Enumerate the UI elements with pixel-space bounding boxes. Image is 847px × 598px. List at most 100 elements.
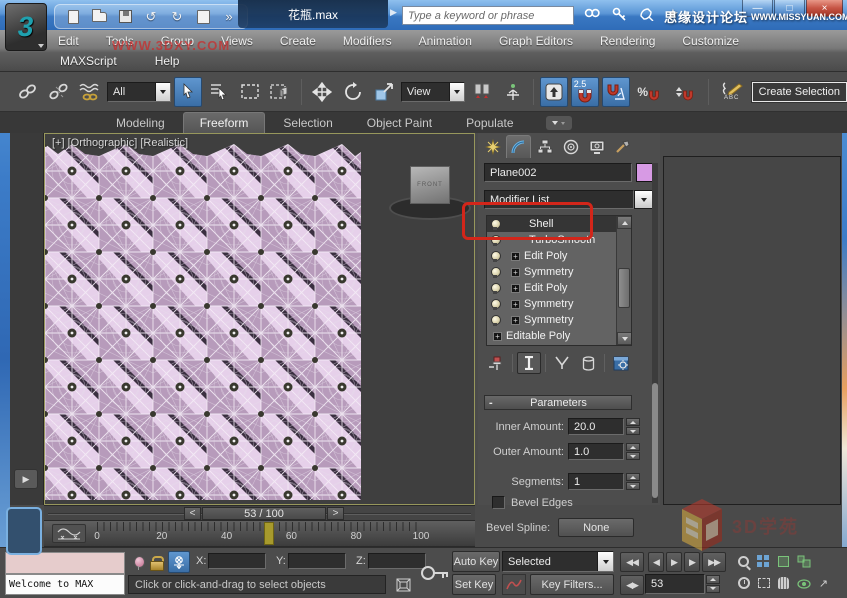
- go-to-end-button[interactable]: ▶▶: [702, 552, 726, 572]
- current-frame-field[interactable]: [645, 574, 705, 594]
- modifier-row-edit-poly-2[interactable]: + Edit Poly: [487, 280, 631, 296]
- command-panel-scrollbar[interactable]: [652, 163, 658, 503]
- menu-create[interactable]: Create: [280, 34, 316, 48]
- next-frame-playback-button[interactable]: ▶: [684, 552, 700, 572]
- remove-modifier-button[interactable]: [576, 352, 600, 374]
- zoom-all-icon[interactable]: [754, 551, 773, 571]
- save-file-button[interactable]: [115, 7, 135, 26]
- search-icon[interactable]: [582, 4, 602, 24]
- object-name-field[interactable]: [484, 163, 632, 182]
- tab-freeform[interactable]: Freeform: [183, 112, 266, 133]
- make-unique-button[interactable]: [550, 352, 574, 374]
- tab-populate[interactable]: Populate: [450, 113, 529, 133]
- segments-field[interactable]: [568, 473, 624, 490]
- snaps-toggle-button[interactable]: 2.5: [571, 77, 599, 107]
- scroll-up-button[interactable]: [617, 216, 632, 229]
- pin-stack-button[interactable]: [484, 352, 508, 374]
- menu-animation[interactable]: Animation: [419, 34, 472, 48]
- menu-graph-editors[interactable]: Graph Editors: [499, 34, 573, 48]
- z-coordinate-field[interactable]: [368, 553, 426, 569]
- bevel-spline-none-button[interactable]: None: [558, 518, 634, 537]
- expand-modifier-icon[interactable]: +: [511, 316, 520, 325]
- title-flyout-icon[interactable]: ▶: [390, 7, 397, 18]
- viewcube-front-face[interactable]: FRONT: [417, 182, 443, 188]
- application-menu-button[interactable]: 3: [5, 3, 47, 51]
- select-and-move-button[interactable]: [308, 77, 336, 107]
- expand-panel-button[interactable]: ▶: [14, 469, 38, 489]
- previous-frame-button[interactable]: <: [184, 507, 201, 520]
- select-and-manipulate-button[interactable]: [499, 77, 527, 107]
- configure-modifier-sets-button[interactable]: [609, 352, 633, 374]
- default-in-out-tangents-button[interactable]: [502, 574, 526, 595]
- orbit-icon[interactable]: [794, 573, 813, 593]
- go-to-start-button[interactable]: ◀◀: [620, 552, 644, 572]
- previous-frame-playback-button[interactable]: ◀: [648, 552, 664, 572]
- selection-lock-icon[interactable]: [146, 552, 166, 572]
- outer-amount-field[interactable]: [568, 443, 624, 460]
- key-mode-toggle-button[interactable]: ◀▶: [620, 575, 644, 595]
- x-coordinate-field[interactable]: [208, 553, 266, 569]
- toolbar-overflow-button[interactable]: »: [219, 7, 239, 26]
- select-by-name-button[interactable]: [205, 77, 233, 107]
- viewport-layout-tab[interactable]: [6, 507, 42, 555]
- menu-maxscript[interactable]: MAXScript: [60, 54, 117, 68]
- viewport[interactable]: [+] [Orthographic] [Realistic]: [44, 133, 475, 505]
- key-filters-button[interactable]: Key Filters...: [530, 574, 614, 595]
- modifier-enable-bulb-icon[interactable]: [491, 315, 499, 325]
- modifier-enable-bulb-icon[interactable]: [491, 267, 499, 277]
- new-scene-button[interactable]: [63, 7, 83, 26]
- show-end-result-button[interactable]: [517, 352, 541, 374]
- viewcube-cube[interactable]: FRONT: [410, 166, 450, 204]
- segments-input[interactable]: [574, 476, 623, 488]
- communication-center-icon[interactable]: [636, 4, 656, 24]
- key-icon[interactable]: [609, 4, 629, 24]
- modifier-enable-bulb-icon[interactable]: [491, 251, 499, 261]
- object-name-input[interactable]: [490, 167, 631, 179]
- use-pivot-point-center-button[interactable]: [468, 77, 496, 107]
- project-folder-button[interactable]: [193, 7, 213, 26]
- reference-coordinate-dropdown[interactable]: View: [401, 82, 465, 102]
- set-key-button[interactable]: Set Key: [452, 574, 496, 595]
- next-frame-button[interactable]: >: [327, 507, 344, 520]
- zoom-extents-icon[interactable]: [774, 551, 793, 571]
- scroll-thumb[interactable]: [618, 268, 630, 308]
- parameters-rollout-header[interactable]: - Parameters: [484, 395, 632, 410]
- bind-to-space-warp-button[interactable]: [76, 77, 104, 107]
- track-bar[interactable]: 0 20 40 60 80 100: [44, 521, 475, 547]
- play-button[interactable]: ▶: [666, 552, 682, 572]
- menu-modifiers[interactable]: Modifiers: [343, 34, 392, 48]
- menu-customize[interactable]: Customize: [682, 34, 739, 48]
- modifier-row-edit-poly-1[interactable]: + Edit Poly: [487, 248, 631, 264]
- absolute-mode-toggle[interactable]: [168, 551, 190, 573]
- menu-edit[interactable]: Edit: [58, 34, 79, 48]
- select-and-rotate-button[interactable]: [339, 77, 367, 107]
- select-and-scale-button[interactable]: [370, 77, 398, 107]
- modifier-row-symmetry-2[interactable]: + Symmetry: [487, 296, 631, 312]
- maximize-viewport-toggle-icon[interactable]: ↗: [814, 573, 833, 593]
- modifier-stack-scrollbar[interactable]: [616, 216, 631, 345]
- viewport-label[interactable]: [+] [Orthographic] [Realistic]: [52, 137, 188, 149]
- modifier-row-symmetry-1[interactable]: + Symmetry: [487, 264, 631, 280]
- timeline-playhead[interactable]: [264, 522, 274, 545]
- tab-motion[interactable]: [558, 135, 583, 158]
- ribbon-minimize-dropdown[interactable]: [546, 116, 572, 130]
- selection-filter-arrow-icon[interactable]: [155, 83, 170, 101]
- bevel-edges-checkbox[interactable]: [492, 496, 505, 509]
- selection-set-arrow-icon[interactable]: [597, 552, 613, 571]
- time-slider[interactable]: < 53 / 100 >: [44, 505, 475, 521]
- tab-utilities[interactable]: [610, 135, 635, 158]
- modifier-enable-bulb-icon[interactable]: [491, 283, 499, 293]
- select-and-link-button[interactable]: [14, 77, 42, 107]
- keyboard-shortcut-override-button[interactable]: [540, 77, 568, 107]
- expand-modifier-icon[interactable]: +: [493, 332, 502, 341]
- percent-snap-toggle-button[interactable]: %: [633, 77, 665, 107]
- redo-button[interactable]: ↻: [167, 7, 187, 26]
- open-file-button[interactable]: [89, 7, 109, 26]
- create-selection-field[interactable]: Create Selection: [752, 82, 847, 102]
- expand-modifier-icon[interactable]: +: [511, 268, 520, 277]
- unlink-selection-button[interactable]: [45, 77, 73, 107]
- pan-hand-icon[interactable]: [774, 573, 793, 593]
- selection-filter-dropdown[interactable]: All: [107, 82, 171, 102]
- infocenter-search[interactable]: [402, 6, 574, 25]
- auto-key-button[interactable]: Auto Key: [452, 551, 500, 572]
